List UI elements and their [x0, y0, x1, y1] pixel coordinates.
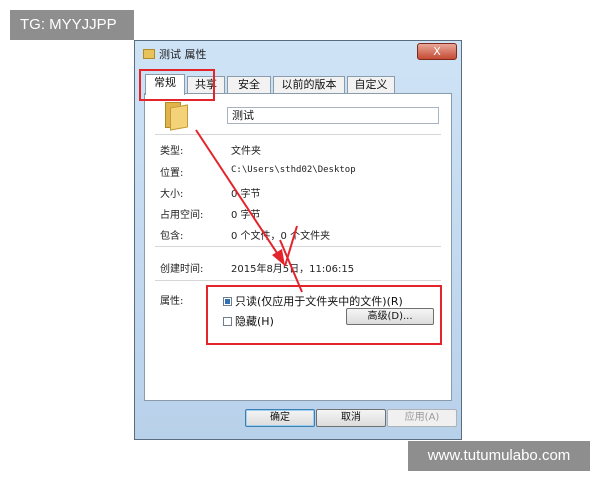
hidden-label: 隐藏(H)	[235, 315, 274, 328]
folder-icon	[143, 49, 155, 59]
tab-security[interactable]: 安全	[227, 76, 271, 93]
cancel-button[interactable]: 取消	[316, 409, 386, 427]
created-label: 创建时间:	[160, 264, 204, 275]
tab-sharing[interactable]: 共享	[187, 76, 225, 93]
divider	[155, 280, 441, 281]
tab-bar: 常规 共享 安全 以前的版本 自定义	[145, 74, 451, 95]
contains-value: 0 个文件，0 个文件夹	[231, 231, 331, 242]
size-label: 大小:	[160, 189, 184, 200]
tab-general[interactable]: 常规	[145, 74, 185, 95]
attributes-label: 属性:	[160, 296, 184, 307]
location-label: 位置:	[160, 168, 184, 179]
ok-button[interactable]: 确定	[245, 409, 315, 427]
general-tab-panel: 测试 类型: 文件夹 位置: C:\Users\sthd02\Desktop 大…	[144, 93, 452, 401]
bottom-right-watermark: www.tutumulabo.com	[408, 441, 590, 471]
created-value: 2015年8月5日，11:06:15	[231, 264, 355, 275]
checkbox-indeterminate-icon[interactable]	[223, 297, 232, 306]
readonly-label: 只读(仅应用于文件夹中的文件)(R)	[235, 295, 403, 308]
disk-size-value: 0 字节	[231, 210, 261, 221]
divider	[155, 134, 441, 135]
top-left-watermark: TG: MYYJJPP	[10, 10, 134, 40]
disk-size-label: 占用空间:	[160, 210, 204, 221]
size-value: 0 字节	[231, 189, 261, 200]
readonly-checkbox[interactable]: 只读(仅应用于文件夹中的文件)(R)	[223, 293, 403, 309]
tab-previous-versions[interactable]: 以前的版本	[273, 76, 345, 93]
apply-button[interactable]: 应用(A)	[387, 409, 457, 427]
divider	[155, 246, 441, 247]
advanced-button[interactable]: 高级(D)...	[346, 308, 434, 325]
type-value: 文件夹	[231, 146, 261, 157]
type-label: 类型:	[160, 146, 184, 157]
dialog-title: 测试 属性	[159, 48, 207, 61]
checkbox-unchecked-icon[interactable]	[223, 317, 232, 326]
close-button[interactable]: X	[417, 43, 457, 60]
hidden-checkbox[interactable]: 隐藏(H)	[223, 313, 274, 329]
tab-customize[interactable]: 自定义	[347, 76, 395, 93]
folder-icon	[163, 102, 189, 131]
properties-dialog: 测试 属性 X 常规 共享 安全 以前的版本 自定义 测试 类型: 文件夹 位置…	[134, 40, 462, 440]
contains-label: 包含:	[160, 231, 184, 242]
location-value: C:\Users\sthd02\Desktop	[231, 165, 356, 175]
folder-name-input[interactable]: 测试	[227, 107, 439, 124]
